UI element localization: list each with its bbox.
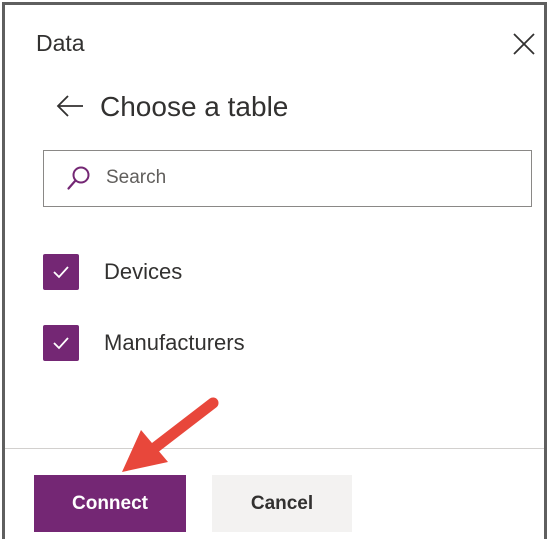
back-button[interactable]: [55, 91, 85, 121]
table-option-manufacturers[interactable]: Manufacturers: [43, 325, 303, 361]
manufacturers-checkbox[interactable]: [43, 325, 79, 361]
devices-checkbox[interactable]: [43, 254, 79, 290]
devices-label: Devices: [104, 259, 183, 284]
checkmark-icon: [53, 337, 69, 350]
close-button[interactable]: [511, 31, 537, 57]
screenshot-stage: Data Choose a table Search Devices Manuf…: [0, 0, 549, 539]
arrow-left-icon: [56, 95, 83, 117]
search-input[interactable]: [106, 160, 506, 196]
search-box[interactable]: [43, 150, 532, 207]
cancel-button[interactable]: Cancel: [212, 475, 352, 532]
close-icon: [513, 33, 535, 55]
connect-button[interactable]: Connect: [34, 475, 186, 532]
page-heading: Choose a table: [100, 91, 289, 122]
table-option-devices[interactable]: Devices: [43, 254, 263, 290]
checkmark-icon: [53, 266, 69, 279]
panel-title: Data: [36, 30, 85, 56]
search-icon: [67, 166, 90, 190]
manufacturers-label: Manufacturers: [104, 330, 245, 355]
data-panel: Data Choose a table Search Devices Manuf…: [2, 2, 547, 539]
footer-divider: [5, 448, 544, 449]
